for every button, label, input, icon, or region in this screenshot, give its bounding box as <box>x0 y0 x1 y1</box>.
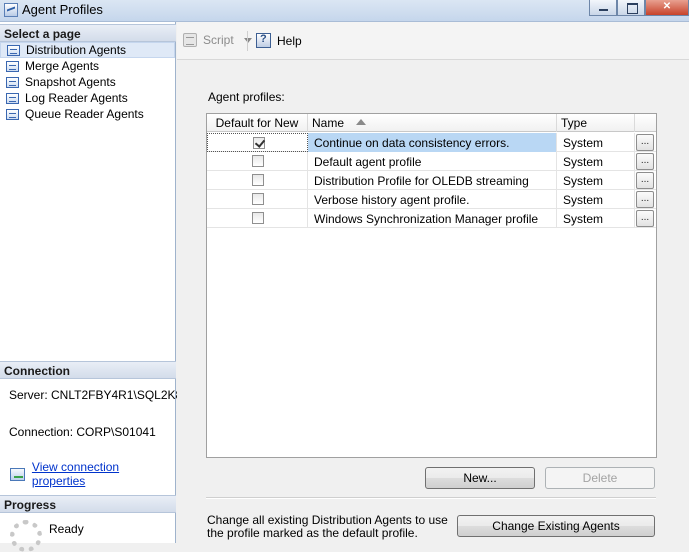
help-label: Help <box>277 33 302 48</box>
default-checkbox[interactable] <box>252 193 264 205</box>
table-row[interactable]: Default agent profile System ... <box>207 152 656 171</box>
toolbar-separator <box>247 31 248 51</box>
page-icon <box>6 60 19 72</box>
type-cell: System <box>557 133 635 152</box>
page-item-label: Queue Reader Agents <box>25 107 144 121</box>
sort-ascending-icon <box>356 119 367 125</box>
maximize-button[interactable] <box>617 0 645 16</box>
profile-properties-button[interactable]: ... <box>636 191 654 208</box>
table-row[interactable]: Verbose history agent profile. System ..… <box>207 190 656 209</box>
page-icon <box>6 92 19 104</box>
minimize-button[interactable] <box>589 0 617 16</box>
profile-properties-button[interactable]: ... <box>636 210 654 227</box>
page-item-distribution-agents[interactable]: Distribution Agents <box>0 42 175 58</box>
default-cell <box>207 171 308 190</box>
name-cell: Default agent profile <box>308 152 557 171</box>
connection-header: Connection <box>0 361 176 379</box>
profile-properties-button[interactable]: ... <box>636 172 654 189</box>
change-agents-description: Change all existing Distribution Agents … <box>207 513 448 540</box>
agent-profiles-grid[interactable]: Default for New Name Type Continue on da… <box>206 113 657 458</box>
progress-spinner-icon <box>10 520 42 552</box>
app-icon <box>4 3 18 17</box>
column-header-name-label: Name <box>312 116 345 130</box>
profile-properties-button[interactable]: ... <box>636 134 654 151</box>
page-icon <box>6 108 19 120</box>
table-row[interactable]: Continue on data consistency errors. Sys… <box>207 133 656 152</box>
view-connection-link[interactable]: View connection properties <box>32 460 175 488</box>
help-icon <box>256 33 271 48</box>
type-cell: System <box>557 152 635 171</box>
table-row[interactable]: Distribution Profile for OLEDB streaming… <box>207 171 656 190</box>
type-cell: System <box>557 190 635 209</box>
default-checkbox[interactable] <box>253 137 265 149</box>
script-button[interactable]: Script <box>183 33 252 47</box>
new-button[interactable]: New... <box>425 467 535 489</box>
page-item-merge-agents[interactable]: Merge Agents <box>0 58 175 74</box>
change-existing-agents-button[interactable]: Change Existing Agents <box>457 515 655 537</box>
title-bar: Agent Profiles ✕ <box>0 0 689 22</box>
page-icon <box>6 76 19 88</box>
grid-header: Default for New Name Type <box>207 114 656 132</box>
connection-label: Connection: CORP\S01041 <box>9 425 156 439</box>
default-cell <box>207 152 308 171</box>
page-icon <box>7 44 20 56</box>
view-connection-properties[interactable]: View connection properties <box>10 460 175 488</box>
default-checkbox[interactable] <box>252 155 264 167</box>
page-item-label: Snapshot Agents <box>25 75 116 89</box>
close-button[interactable]: ✕ <box>645 0 689 16</box>
agent-profiles-label: Agent profiles: <box>208 90 285 104</box>
type-cell: System <box>557 209 635 228</box>
progress-status: Ready <box>49 522 84 536</box>
column-header-name[interactable]: Name <box>308 114 557 132</box>
name-cell: Continue on data consistency errors. <box>308 133 557 152</box>
type-cell: System <box>557 171 635 190</box>
default-cell <box>207 190 308 209</box>
toolbar: Script Help <box>177 22 689 60</box>
page-item-label: Log Reader Agents <box>25 91 128 105</box>
name-cell: Windows Synchronization Manager profile <box>308 209 557 228</box>
connection-properties-icon <box>10 467 25 481</box>
help-button[interactable]: Help <box>256 33 302 48</box>
table-row[interactable]: Windows Synchronization Manager profile … <box>207 209 656 228</box>
window-controls: ✕ <box>589 0 689 16</box>
column-header-default[interactable]: Default for New <box>207 114 308 132</box>
page-item-label: Distribution Agents <box>26 43 127 57</box>
page-item-label: Merge Agents <box>25 59 100 73</box>
page-item-log-reader-agents[interactable]: Log Reader Agents <box>0 90 175 106</box>
default-checkbox[interactable] <box>252 212 264 224</box>
delete-button[interactable]: Delete <box>545 467 655 489</box>
column-header-type[interactable]: Type <box>557 114 635 132</box>
select-page-header: Select a page <box>0 24 176 42</box>
divider <box>206 497 656 499</box>
page-item-queue-reader-agents[interactable]: Queue Reader Agents <box>0 106 175 122</box>
server-label: Server: CNLT2FBY4R1\SQL2K8 <box>9 388 183 402</box>
name-cell: Distribution Profile for OLEDB streaming <box>308 171 557 190</box>
profile-properties-button[interactable]: ... <box>636 153 654 170</box>
default-cell <box>207 209 308 228</box>
default-cell <box>207 133 308 152</box>
page-item-snapshot-agents[interactable]: Snapshot Agents <box>0 74 175 90</box>
progress-header: Progress <box>0 495 176 513</box>
main-content: Agent profiles: Default for New Name Typ… <box>177 61 689 543</box>
close-icon: ✕ <box>662 1 672 12</box>
left-panel: Select a page Distribution Agents Merge … <box>0 22 182 552</box>
name-cell: Verbose history agent profile. <box>308 190 557 209</box>
default-checkbox[interactable] <box>252 174 264 186</box>
script-label: Script <box>203 33 234 47</box>
page-list: Distribution Agents Merge Agents Snapsho… <box>0 42 175 122</box>
script-icon <box>183 33 197 47</box>
window-title: Agent Profiles <box>22 2 103 17</box>
